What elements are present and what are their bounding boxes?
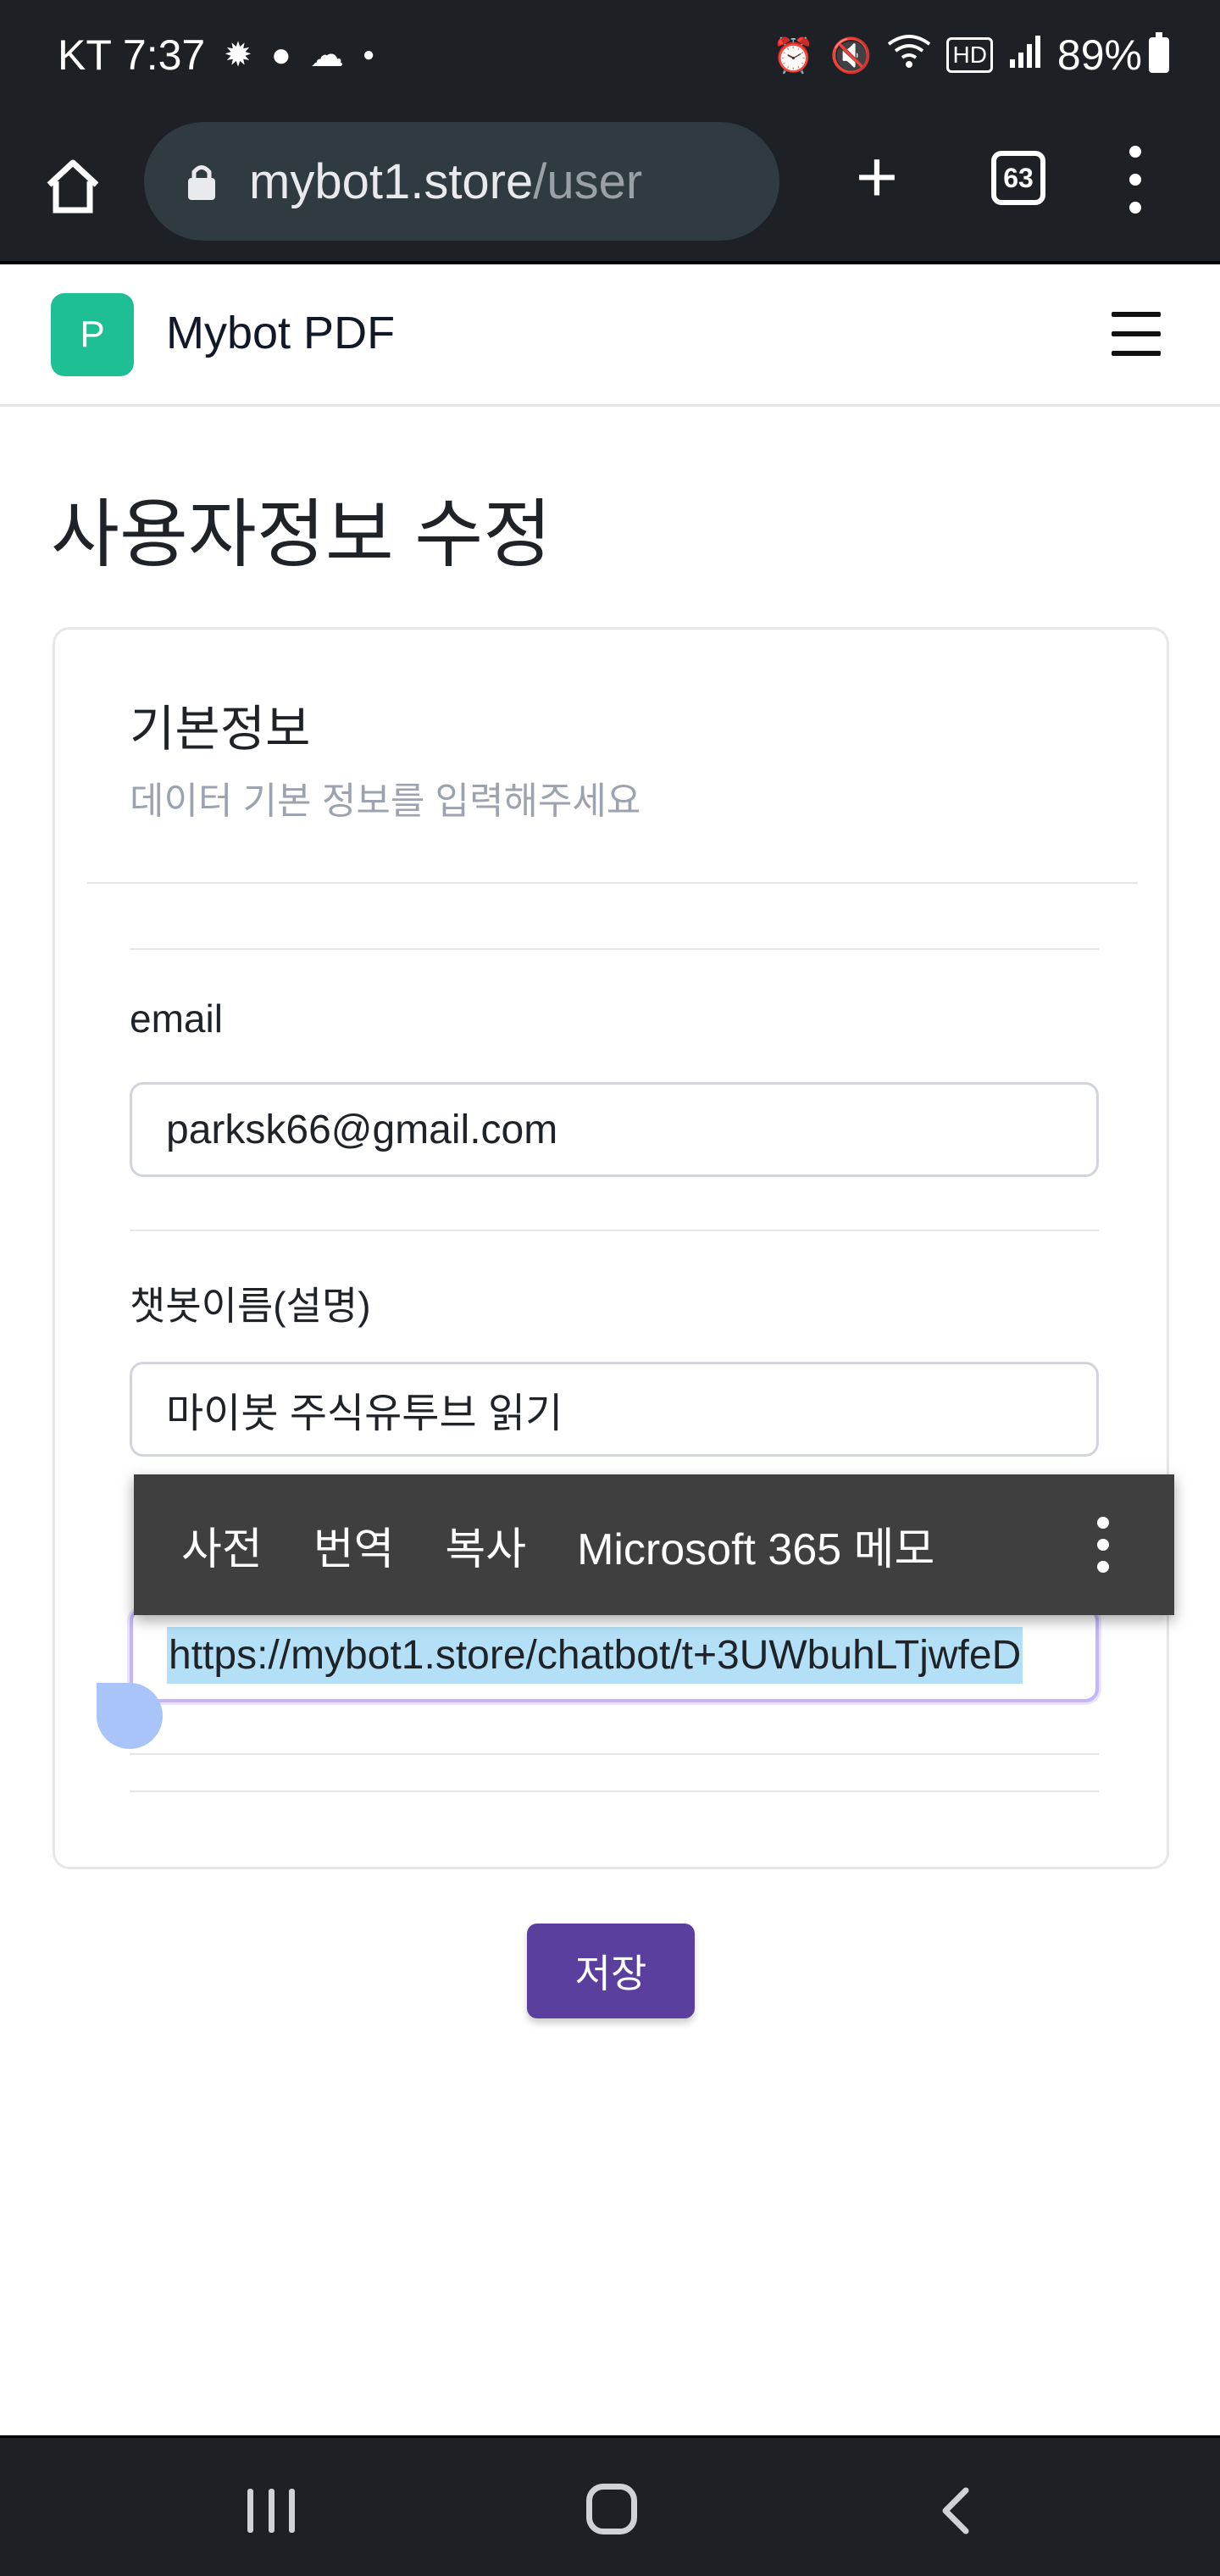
- new-tab-button[interactable]: +: [839, 141, 915, 217]
- lock-icon: [185, 161, 219, 202]
- divider: [130, 1230, 1099, 1231]
- email-field[interactable]: parksk66@gmail.com: [130, 1082, 1099, 1177]
- camera-shutter-icon: ✹: [224, 36, 252, 74]
- alarm-icon: ⏰: [772, 36, 815, 75]
- selected-url-text[interactable]: https://mybot1.store/chatbot/t+3UWbuhLTj…: [167, 1626, 1023, 1684]
- browser-home-button[interactable]: [36, 149, 110, 224]
- recent-apps-icon[interactable]: [247, 2489, 295, 2533]
- status-bar: KT 7:37 ✹ ● ☁ ● ⏰ 🔇 HD 89%: [0, 0, 1220, 115]
- tab-count: 63: [1003, 162, 1034, 193]
- status-right: ⏰ 🔇 HD 89%: [773, 31, 1169, 80]
- save-button[interactable]: 저장: [527, 1924, 695, 2018]
- context-more-icon[interactable]: [1095, 1517, 1112, 1573]
- url-text: mybot1.store/user: [249, 153, 642, 210]
- carrier-time: KT 7:37: [58, 31, 206, 79]
- divider: [130, 1753, 1099, 1755]
- divider: [130, 1790, 1099, 1792]
- chatbot-url-field[interactable]: https://mybot1.store/chatbot/t+3UWbuhLTj…: [130, 1607, 1099, 1702]
- wifi-icon: [887, 34, 931, 76]
- signal-icon: [1008, 34, 1042, 76]
- dot-icon: ●: [362, 43, 375, 66]
- plus-icon: +: [855, 136, 899, 218]
- logo-letter: P: [80, 314, 105, 355]
- card-subtitle: 데이터 기본 정보를 입력해주세요: [130, 780, 641, 822]
- system-navigation-bar: [0, 2435, 1220, 2576]
- home-icon: [47, 159, 99, 214]
- email-label: email: [130, 997, 223, 1041]
- more-vert-icon: [1129, 146, 1141, 158]
- tab-switcher-button[interactable]: 63: [991, 151, 1045, 205]
- browser-menu-button[interactable]: [1118, 146, 1152, 214]
- brand-name[interactable]: Mybot PDF: [166, 307, 395, 359]
- divider: [130, 948, 1099, 950]
- app-header: P Mybot PDF: [0, 264, 1220, 407]
- menu-item-translate[interactable]: 번역: [313, 1513, 395, 1577]
- battery-percent: 89%: [1056, 31, 1142, 79]
- basic-info-card: 기본정보 데이터 기본 정보를 입력해주세요 email parksk66@gm…: [53, 627, 1169, 1869]
- chatbot-name-label: 챗봇이름(설명): [130, 1284, 371, 1328]
- card-title: 기본정보: [130, 702, 311, 757]
- battery-icon: [1149, 32, 1169, 73]
- hd-icon: HD: [946, 37, 993, 73]
- menu-item-dictionary[interactable]: 사전: [181, 1513, 263, 1577]
- menu-item-microsoft-365-memo[interactable]: Microsoft 365 메모: [577, 1513, 934, 1577]
- hamburger-menu-icon[interactable]: [1112, 312, 1161, 356]
- text-selection-handle[interactable]: [97, 1683, 163, 1749]
- address-bar[interactable]: mybot1.store/user: [144, 122, 779, 241]
- page-title: 사용자정보 수정: [51, 492, 552, 576]
- cloud-icon: ☁: [309, 36, 344, 74]
- url-host: mybot1.store: [249, 153, 534, 209]
- url-path: /user: [533, 153, 643, 209]
- menu-item-copy[interactable]: 복사: [445, 1513, 526, 1577]
- chatbot-name-field[interactable]: 마이봇 주식유투브 읽기: [130, 1362, 1099, 1457]
- status-left: KT 7:37 ✹ ● ☁ ●: [58, 31, 374, 80]
- text-selection-context-menu: 사전 번역 복사 Microsoft 365 메모: [134, 1474, 1174, 1615]
- back-icon[interactable]: [932, 2485, 983, 2536]
- app-logo[interactable]: P: [51, 293, 134, 376]
- mute-icon: 🔇: [829, 36, 873, 75]
- browser-toolbar: mybot1.store/user + 63: [0, 115, 1220, 264]
- divider: [87, 882, 1138, 884]
- home-nav-icon[interactable]: [586, 2484, 637, 2534]
- chat-bubble-icon: ●: [270, 36, 291, 74]
